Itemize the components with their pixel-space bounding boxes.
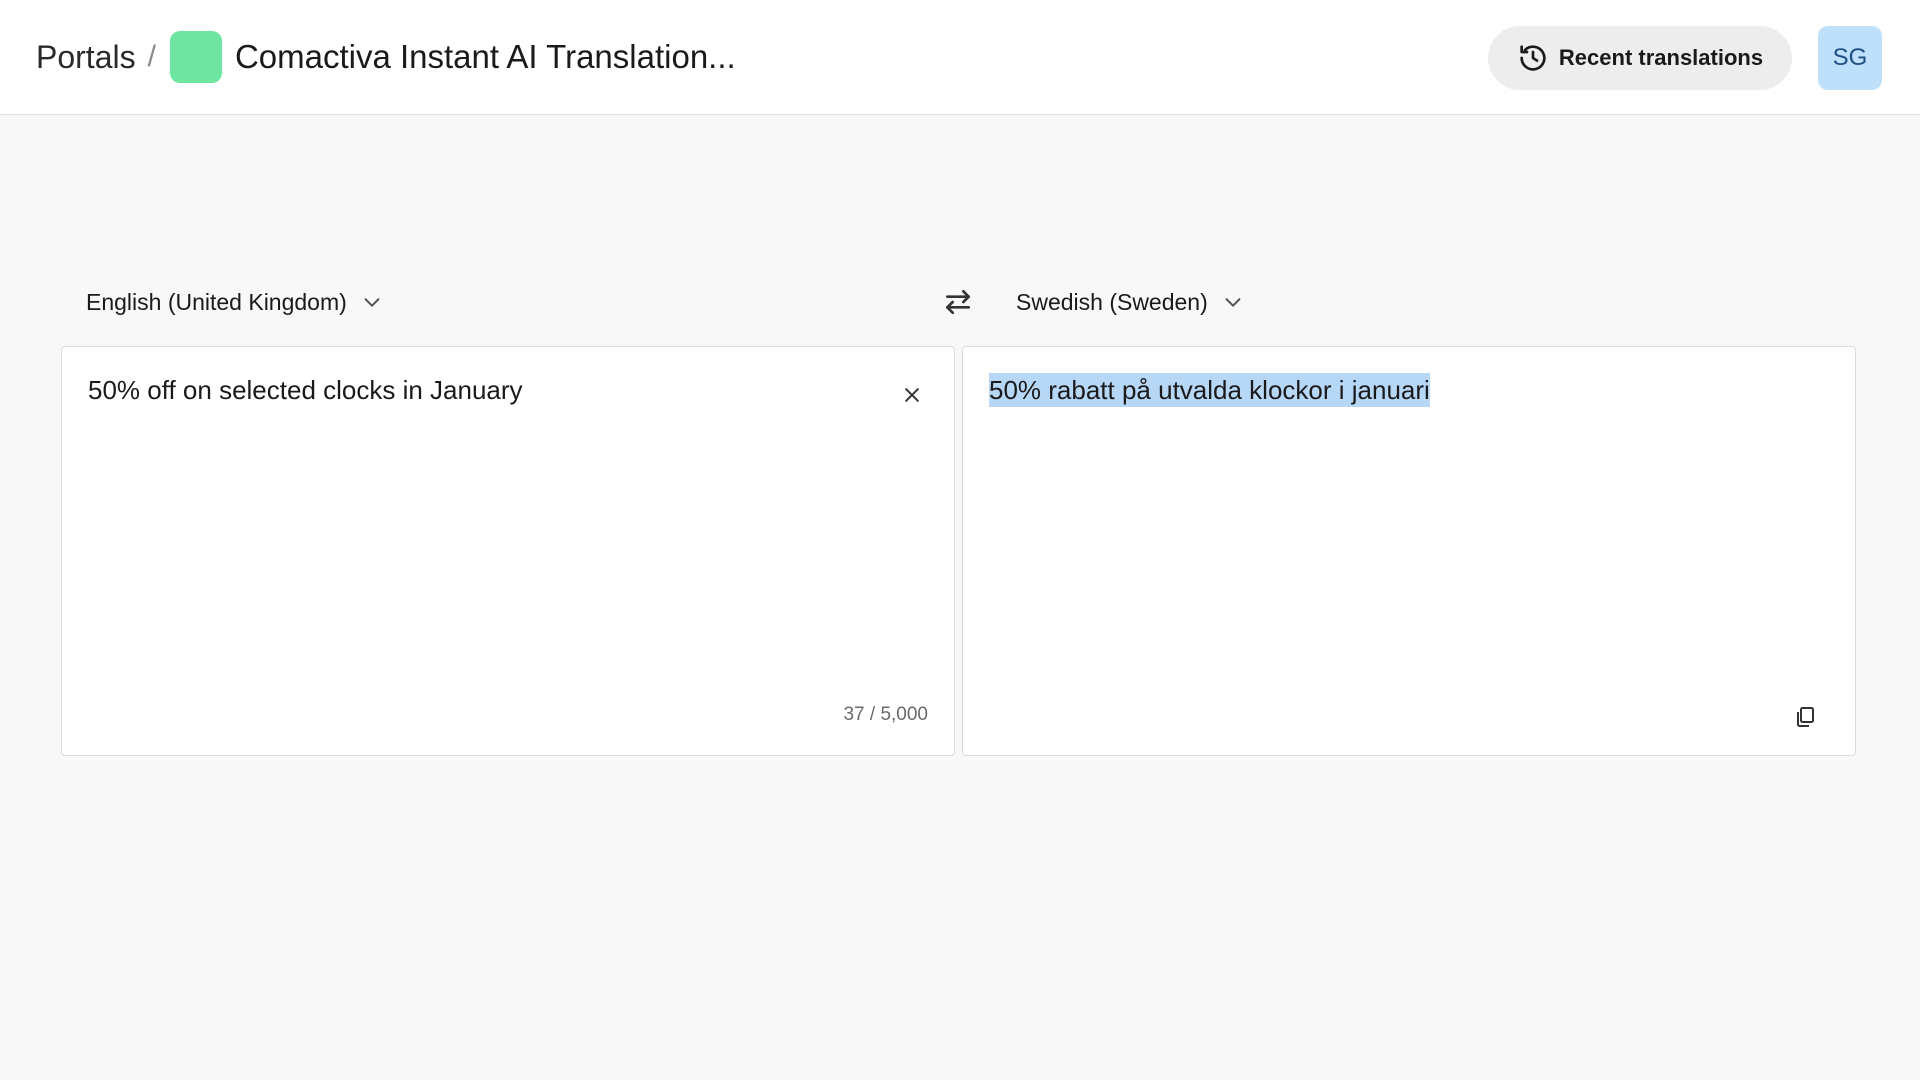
recent-translations-button[interactable]: Recent translations [1488, 26, 1792, 90]
character-counter: 37 / 5,000 [843, 704, 928, 725]
chevron-down-icon [364, 298, 380, 307]
copy-translation-button[interactable] [1790, 702, 1820, 732]
portal-color-swatch [169, 31, 222, 83]
clear-text-button[interactable] [898, 381, 926, 409]
user-avatar[interactable]: SG [1818, 26, 1882, 90]
selected-translation-text: 50% rabatt på utvalda klockor i januari [989, 373, 1430, 407]
chevron-down-icon [1225, 298, 1241, 307]
translation-output-text[interactable]: 50% rabatt på utvalda klockor i januari [989, 373, 1815, 407]
source-text-panel: 50% off on selected clocks in January 37… [61, 346, 955, 756]
target-language-select[interactable]: Swedish (Sweden) [1016, 281, 1244, 323]
recent-translations-label: Recent translations [1558, 45, 1764, 70]
copy-icon [1797, 707, 1814, 727]
source-language-select[interactable]: English (United Kingdom) [86, 281, 383, 323]
source-language-label: English (United Kingdom) [86, 288, 347, 315]
swap-languages-button[interactable] [940, 284, 976, 320]
translation-output-panel: 50% rabatt på utvalda klockor i januari [962, 346, 1856, 756]
target-language-label: Swedish (Sweden) [1016, 288, 1208, 315]
top-bar: Portals / Comactiva Instant AI Translati… [0, 0, 1920, 115]
history-icon [1520, 45, 1546, 71]
breadcrumb: Portals / Comactiva Instant AI Translati… [36, 28, 736, 86]
swap-arrows-icon [946, 290, 970, 314]
breadcrumb-separator: / [147, 40, 156, 73]
breadcrumb-portals-link[interactable]: Portals [36, 39, 136, 76]
close-icon [905, 388, 919, 402]
page-title: Comactiva Instant AI Translation... [234, 38, 736, 75]
source-text-input[interactable]: 50% off on selected clocks in January [88, 375, 884, 406]
